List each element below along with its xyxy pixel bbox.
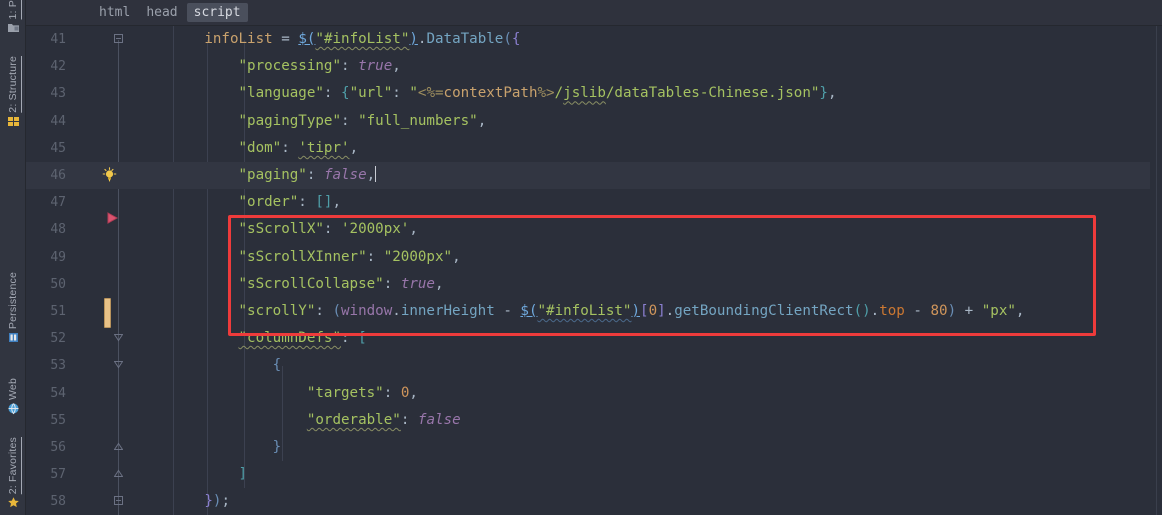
star-icon [7, 496, 20, 509]
ide-window: 1: P 2: Structure Persistence Web 2: Fav… [0, 0, 1162, 515]
code-line-row-active[interactable]: 46 "paging": false, [26, 162, 1162, 190]
code-line-text: "targets": 0, [306, 384, 418, 401]
tool-sidebar: 1: P 2: Structure Persistence Web 2: Fav… [0, 0, 26, 515]
line-number: 53 [50, 358, 66, 374]
line-number: 46 [50, 168, 66, 183]
code-line-text: "scrollY": (window.innerHeight - $("#inf… [238, 303, 1025, 319]
code-line-row[interactable]: 48 "sScrollX": '2000px', [26, 216, 1162, 243]
code-line-text: "dom": 'tipr', [238, 139, 359, 156]
code-line-row[interactable]: 42 "processing": true, [26, 53, 1162, 80]
sidebar-item-project[interactable]: 1: P [0, 0, 26, 36]
code-line-row[interactable]: 58 }); [26, 488, 1162, 515]
code-line-row[interactable]: 47 "order": [], [26, 189, 1162, 216]
code-line-text: "order": [], [238, 194, 342, 211]
code-line-row[interactable]: 55 "orderable": false [26, 407, 1162, 434]
fold-collapse-icon[interactable] [114, 34, 123, 45]
code-line-row[interactable]: 51 "scrollY": (window.innerHeight - $("#… [26, 298, 1162, 325]
code-line-text: "sScrollCollapse": true, [238, 275, 444, 292]
project-folder-icon [7, 21, 20, 34]
code-line-row[interactable]: 50 "sScrollCollapse": true, [26, 271, 1162, 298]
code-line-text: } [272, 439, 282, 455]
code-line-text: "processing": true, [238, 58, 401, 75]
sidebar-item-project-label: 1: P [7, 0, 19, 20]
marker-strip-divider [1156, 26, 1157, 515]
line-number: 57 [50, 467, 66, 483]
code-line-text: { [272, 357, 282, 374]
fold-expand-icon[interactable] [113, 360, 124, 371]
breadcrumb-item-head[interactable]: head [139, 3, 184, 22]
breadcrumb-item-html[interactable]: html [92, 3, 137, 22]
code-line-text: }); [204, 493, 230, 510]
line-number: 56 [50, 440, 66, 455]
line-number: 49 [50, 249, 66, 265]
line-number: 54 [50, 385, 66, 401]
line-number: 41 [50, 32, 66, 47]
code-line-row[interactable]: 41 infoList = $("#infoList").DataTable({ [26, 26, 1162, 53]
code-line-row[interactable]: 49 "sScrollXInner": "2000px", [26, 244, 1162, 271]
web-globe-icon [7, 402, 20, 415]
code-editor[interactable]: 41 infoList = $("#infoList").DataTable({… [26, 26, 1162, 515]
code-line-row[interactable]: 57 ] [26, 461, 1162, 488]
code-line-text: "pagingType": "full_numbers", [238, 112, 487, 129]
code-line-text: "orderable": false [306, 411, 461, 428]
line-number: 51 [50, 304, 66, 319]
code-line-text: "sScrollXInner": "2000px", [238, 248, 461, 265]
code-line-text: "sScrollX": '2000px', [238, 221, 418, 238]
code-line-row[interactable]: 53 { [26, 352, 1162, 379]
vcs-change-marker[interactable] [104, 298, 111, 328]
line-number: 47 [50, 195, 66, 211]
fold-expand-icon[interactable] [113, 333, 124, 344]
structure-icon [7, 115, 20, 128]
fold-collapse-icon[interactable] [113, 442, 124, 453]
code-line-row[interactable]: 44 "pagingType": "full_numbers", [26, 108, 1162, 135]
sidebar-item-favorites-label: 2: Favorites [7, 437, 19, 495]
code-line-text: ] [238, 466, 248, 483]
text-caret [375, 166, 377, 182]
persistence-icon [7, 331, 20, 344]
code-line-row[interactable]: 54 "targets": 0, [26, 380, 1162, 407]
code-line-row[interactable]: 56 } [26, 434, 1162, 461]
editor-marker-strip[interactable] [1150, 26, 1162, 515]
intention-bulb-icon[interactable] [102, 167, 117, 182]
code-line-row[interactable]: 52 "columnDefs": [ [26, 325, 1162, 352]
line-number: 42 [50, 59, 66, 75]
code-line-row[interactable]: 43 "language": {"url": "<%=contextPath%>… [26, 80, 1162, 107]
line-number: 45 [50, 140, 66, 156]
sidebar-item-web-label: Web [7, 378, 19, 400]
fold-collapse-icon[interactable] [113, 469, 124, 480]
sidebar-item-persistence-label: Persistence [7, 272, 19, 330]
line-number: 44 [50, 113, 66, 129]
breadcrumb: html head script [26, 0, 1162, 26]
sidebar-item-structure[interactable]: 2: Structure [0, 56, 26, 130]
line-number: 58 [50, 494, 66, 510]
code-line-text: "columnDefs": [ [238, 330, 367, 347]
line-number: 55 [50, 412, 66, 428]
line-number: 50 [50, 276, 66, 292]
line-number: 43 [50, 86, 66, 102]
breadcrumb-item-script[interactable]: script [186, 3, 248, 22]
sidebar-item-favorites[interactable]: 2: Favorites [0, 437, 26, 511]
line-number: 52 [50, 331, 66, 347]
code-line-text: "paging": false, [238, 166, 377, 183]
fold-collapse-icon[interactable] [114, 496, 123, 507]
code-line-text: infoList = $("#infoList").DataTable({ [204, 31, 521, 47]
sidebar-item-structure-label: 2: Structure [7, 56, 19, 113]
line-number: 48 [50, 222, 66, 238]
code-line-row[interactable]: 45 "dom": 'tipr', [26, 135, 1162, 162]
code-line-text: "language": {"url": "<%=contextPath%>/js… [238, 85, 837, 102]
sidebar-item-persistence[interactable]: Persistence [0, 272, 26, 346]
sidebar-item-web[interactable]: Web [0, 378, 26, 417]
